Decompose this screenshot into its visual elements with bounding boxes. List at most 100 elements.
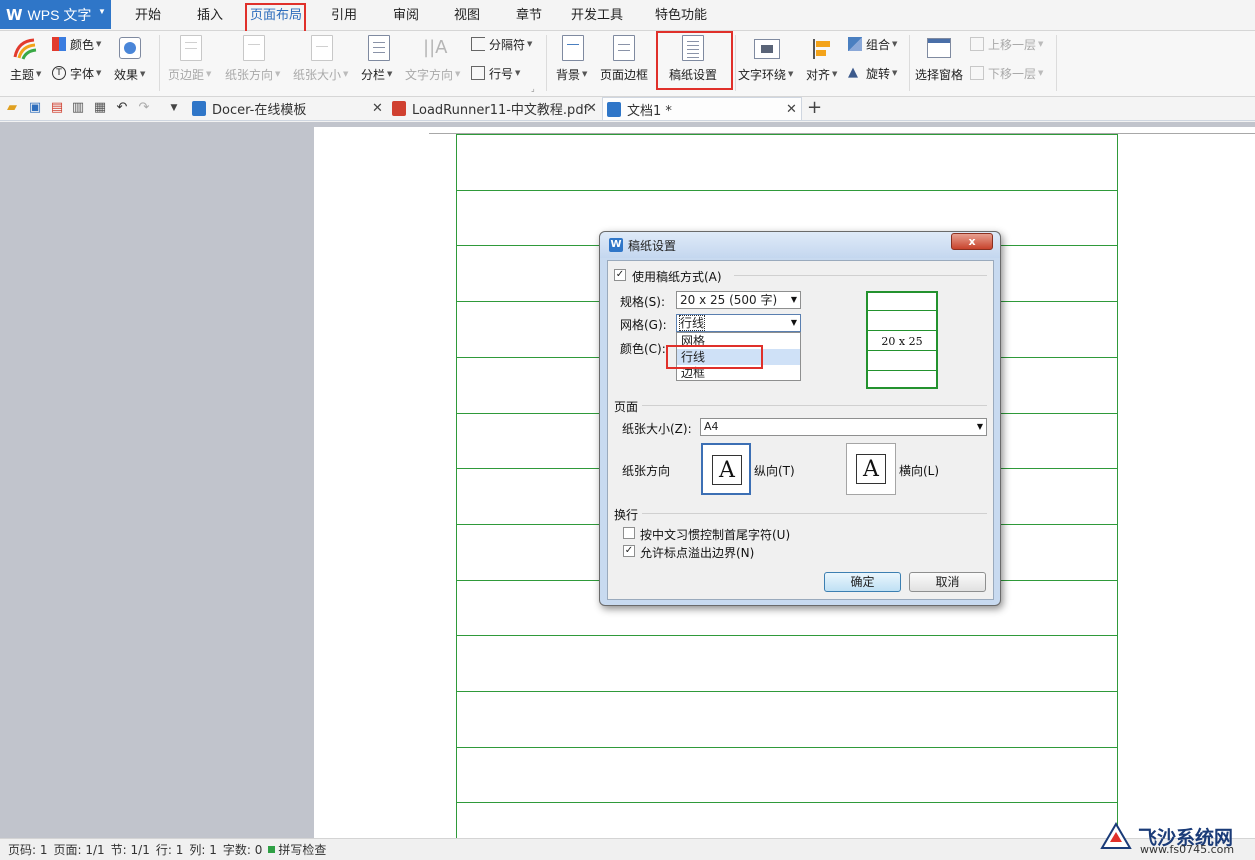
paper-size-select[interactable]: A4 ▼	[700, 418, 987, 436]
page-border-icon	[613, 35, 635, 61]
group-label: 组合	[866, 37, 891, 52]
background-button[interactable]: 背景 ▼	[556, 65, 587, 83]
customize-toolbar-chevron-icon[interactable]: ▼	[167, 101, 181, 115]
tab-loadrunner-pdf[interactable]: LoadRunner11-中文教程.pdf ✕	[388, 97, 602, 120]
align-button[interactable]: 对齐 ▼	[806, 65, 837, 83]
tab-docer[interactable]: Docer-在线模板 ✕	[186, 97, 386, 120]
open-folder-icon[interactable]: ▰	[5, 101, 19, 115]
status-word-count[interactable]: 字数: 0	[223, 841, 263, 858]
undo-icon[interactable]: ↶	[115, 101, 129, 115]
tab-chapter[interactable]: 章节	[509, 0, 549, 31]
close-icon[interactable]: ✕	[586, 101, 597, 116]
dialog-title: 稿纸设置	[628, 238, 677, 253]
line-number-icon	[471, 66, 485, 80]
punctuation-overflow-label: 允许标点溢出边界(N)	[640, 546, 755, 560]
wps-logo-icon: W	[609, 238, 623, 252]
group-button[interactable]: 组合 ▼	[848, 35, 897, 53]
wps-app-menu-button[interactable]: W WPS 文字 ▼	[0, 0, 111, 29]
orientation-icon	[243, 35, 265, 61]
tab-view[interactable]: 视图	[447, 0, 487, 31]
columns-button[interactable]: 分栏 ▼	[361, 65, 392, 83]
grid-line	[457, 635, 1117, 637]
grid-line	[457, 134, 1117, 135]
redo-icon[interactable]: ↷	[137, 101, 151, 115]
use-manuscript-label: 使用稿纸方式(A)	[632, 270, 722, 284]
text-direction-label: 文字方向	[405, 67, 454, 82]
line-number-button[interactable]: 行号 ▼	[471, 64, 520, 82]
close-icon[interactable]: ✕	[786, 102, 797, 117]
paper-size-icon	[311, 35, 333, 61]
grid-select[interactable]: 行线 ▼	[676, 314, 801, 332]
chevron-down-icon: ▼	[790, 318, 797, 327]
text-direction-button[interactable]: 文字方向 ▼	[405, 65, 460, 83]
print-preview-icon[interactable]: ▦	[93, 101, 107, 115]
export-pdf-icon[interactable]: ▤	[50, 101, 64, 115]
rotate-button[interactable]: ▲ 旋转 ▼	[848, 64, 897, 82]
selection-pane-icon	[927, 38, 951, 58]
tab-references[interactable]: 引用	[324, 0, 364, 31]
punctuation-overflow-checkbox[interactable]: ✓	[623, 545, 635, 557]
color-button[interactable]: 颜色 ▼	[52, 35, 101, 53]
text-wrap-button[interactable]: 文字环绕 ▼	[738, 65, 793, 83]
rotate-label: 旋转	[866, 66, 891, 81]
bring-forward-icon	[970, 37, 984, 51]
spec-select[interactable]: 20 x 25 (500 字) ▼	[676, 291, 801, 309]
paper-size-button[interactable]: 纸张大小 ▼	[293, 65, 348, 83]
tab-document1[interactable]: 文档1 * ✕	[602, 97, 802, 120]
save-icon[interactable]: ▣	[28, 101, 42, 115]
landscape-option[interactable]: A	[846, 443, 896, 495]
margin-button[interactable]: 页边距 ▼	[168, 65, 211, 83]
dialog-close-button[interactable]: x	[951, 233, 993, 250]
dialog-titlebar[interactable]: W 稿纸设置	[600, 232, 1000, 258]
cancel-button[interactable]: 取消	[909, 572, 986, 592]
tab-label: 文档1 *	[627, 103, 672, 119]
align-icon	[811, 37, 833, 61]
effect-button[interactable]: 效果 ▼	[114, 65, 145, 83]
dialog-launcher-icon[interactable]: ⌟	[531, 84, 535, 93]
spell-check-status-icon	[268, 846, 276, 853]
wps-writer-window: W WPS 文字 ▼ 开始 插入 页面布局 引用 审阅 视图 章节 开发工具 特…	[0, 0, 1255, 860]
status-page: 页码: 1	[8, 843, 48, 857]
print-icon[interactable]: ▥	[71, 101, 85, 115]
breaks-button[interactable]: 分隔符 ▼	[471, 35, 532, 53]
preview-size-text: 20 x 25	[881, 335, 923, 348]
portrait-option[interactable]: A	[701, 443, 751, 495]
theme-label: 主题	[10, 67, 35, 82]
ok-button[interactable]: 确定	[824, 572, 901, 592]
spell-check-button[interactable]: 拼写检查	[278, 841, 326, 858]
send-backward-icon	[970, 66, 984, 80]
landscape-label: 横向(L)	[899, 464, 940, 478]
font-icon: T	[52, 66, 66, 80]
tab-start[interactable]: 开始	[128, 0, 168, 31]
ribbon-separator	[159, 35, 160, 91]
grid-label: 网格(G):	[620, 318, 667, 332]
site-watermark: 飞沙系统网 www.fs0745.com	[1098, 814, 1253, 858]
send-backward-label: 下移一层	[988, 66, 1037, 81]
orientation-button[interactable]: 纸张方向 ▼	[225, 65, 280, 83]
send-backward-button[interactable]: 下移一层 ▼	[970, 64, 1043, 82]
status-section: 节: 1/1	[110, 843, 150, 857]
font-button[interactable]: T 字体 ▼	[52, 64, 101, 82]
ribbon-separator	[735, 35, 736, 91]
status-bar: 页码: 1 页面: 1/1 节: 1/1 行: 1 列: 1 字数: 0 拼写检…	[0, 838, 1255, 860]
theme-button[interactable]: 主题 ▼	[10, 65, 41, 83]
tab-special-features[interactable]: 特色功能	[641, 0, 721, 31]
use-manuscript-checkbox[interactable]: ✓	[614, 269, 626, 281]
color-palette-icon	[52, 37, 66, 51]
breaks-icon	[471, 37, 485, 51]
chinese-rule-checkbox[interactable]	[623, 527, 635, 539]
spec-value: 20 x 25 (500 字)	[680, 293, 778, 307]
new-tab-plus-icon[interactable]: +	[807, 99, 822, 117]
portrait-page-icon: A	[712, 455, 742, 485]
page-border-button[interactable]: 页面边框	[600, 65, 648, 83]
chevron-down-icon: ▼	[976, 422, 983, 431]
tab-developer[interactable]: 开发工具	[568, 0, 626, 31]
bring-forward-button[interactable]: 上移一层 ▼	[970, 35, 1043, 53]
status-pages: 页面: 1/1	[53, 843, 105, 857]
tab-insert[interactable]: 插入	[190, 0, 230, 31]
app-name: WPS 文字	[27, 6, 92, 23]
close-icon[interactable]: ✕	[372, 101, 383, 116]
tab-review[interactable]: 审阅	[386, 0, 426, 31]
selection-pane-button[interactable]: 选择窗格	[915, 65, 963, 83]
pdf-icon	[392, 101, 406, 116]
